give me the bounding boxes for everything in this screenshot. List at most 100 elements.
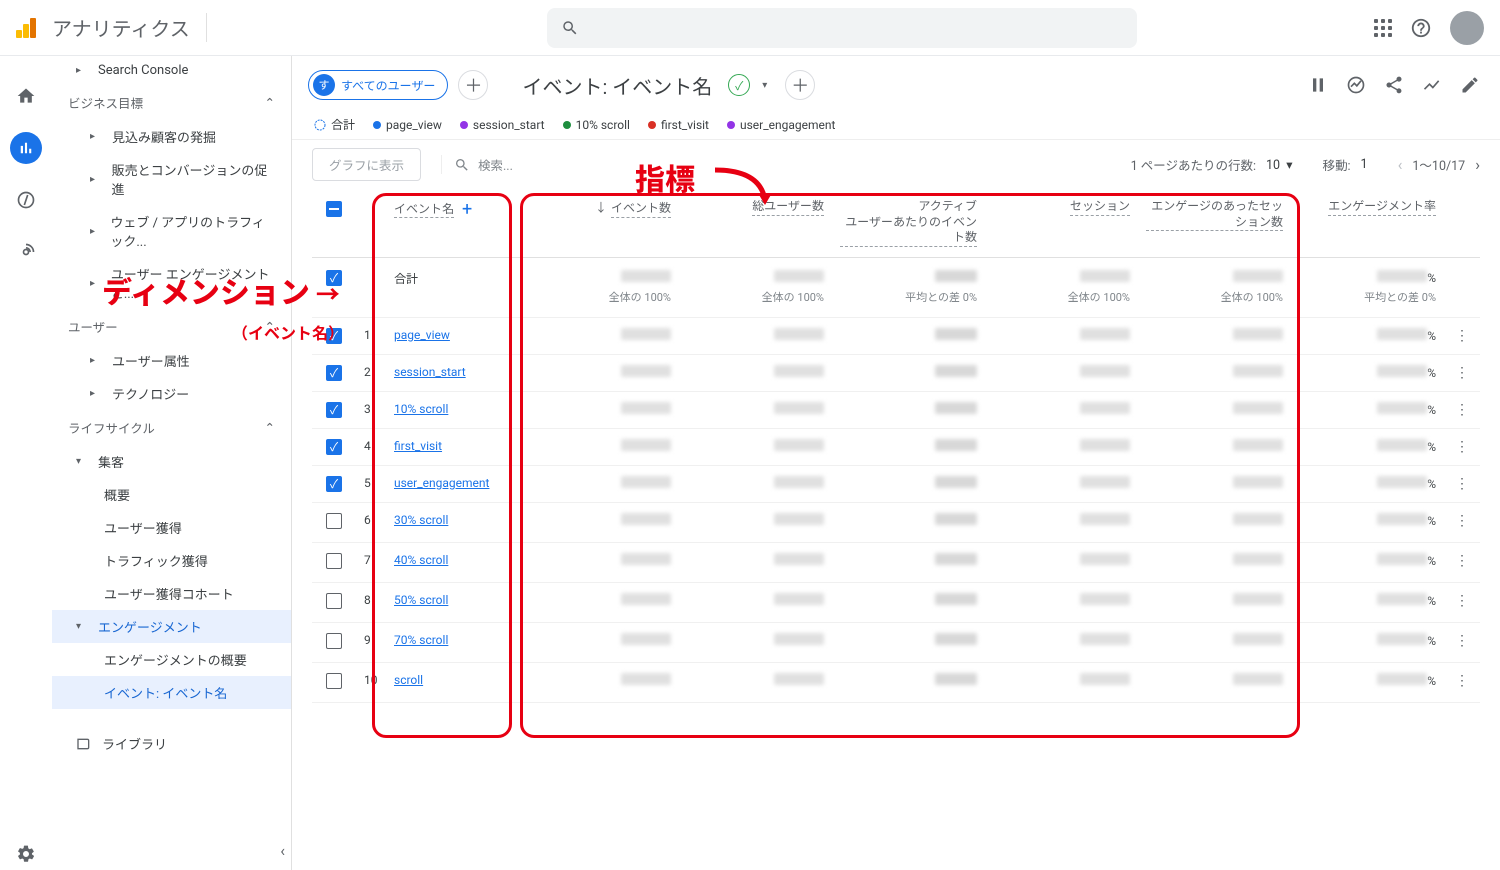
legend-item[interactable]: page_view <box>373 118 442 132</box>
event-name-link[interactable]: page_view <box>394 328 450 342</box>
app-logo <box>16 18 52 38</box>
row-menu-icon[interactable]: ⋮ <box>1455 553 1469 569</box>
insights-icon[interactable] <box>1346 75 1366 95</box>
metric-header[interactable]: セッション <box>1070 199 1130 216</box>
row-menu-icon[interactable]: ⋮ <box>1455 476 1469 492</box>
sidebar-subitem[interactable]: ユーザー獲得コホート <box>52 577 291 610</box>
metric-header[interactable]: イベント数 <box>611 201 671 218</box>
table-row: ✓ 5 user_engagement % ⋮ <box>312 465 1480 502</box>
metric-header[interactable]: エンゲージのあったセッション数 <box>1146 199 1283 231</box>
segment-chip[interactable]: す すべてのユーザー <box>308 70 448 100</box>
row-checkbox[interactable]: ✓ <box>326 328 342 344</box>
row-menu-icon[interactable]: ⋮ <box>1455 513 1469 529</box>
event-name-link[interactable]: 40% scroll <box>394 553 448 567</box>
event-name-link[interactable]: session_start <box>394 365 466 379</box>
row-menu-icon[interactable]: ⋮ <box>1455 328 1469 344</box>
nav-explore-icon[interactable] <box>10 184 42 216</box>
goto-input[interactable]: 1 <box>1361 157 1368 172</box>
row-checkbox[interactable]: ✓ <box>326 402 342 418</box>
row-menu-icon[interactable]: ⋮ <box>1455 593 1469 609</box>
event-name-link[interactable]: 50% scroll <box>394 593 448 607</box>
event-name-link[interactable]: 10% scroll <box>394 402 448 416</box>
event-name-link[interactable]: 30% scroll <box>394 513 448 527</box>
dimension-header[interactable]: イベント名 <box>394 202 454 219</box>
legend-item[interactable]: session_start <box>460 118 545 132</box>
row-menu-icon[interactable]: ⋮ <box>1455 402 1469 418</box>
row-checkbox[interactable] <box>326 593 342 609</box>
sidebar-item-library[interactable]: ライブラリ <box>52 727 291 760</box>
row-checkbox[interactable] <box>326 633 342 649</box>
row-menu-icon[interactable]: ⋮ <box>1455 365 1469 381</box>
help-icon[interactable] <box>1410 17 1432 39</box>
page-prev-icon[interactable]: ‹ <box>1398 155 1403 174</box>
share-icon[interactable] <box>1384 75 1404 95</box>
row-menu-icon[interactable]: ⋮ <box>1455 633 1469 649</box>
sidebar-subitem[interactable]: イベント: イベント名 <box>52 676 291 709</box>
sidebar-item[interactable]: ▸ユーザー エンゲージメントと... <box>52 257 291 309</box>
edit-icon[interactable] <box>1460 75 1480 95</box>
rows-per-page-label: 1 ページあたりの行数: <box>1131 155 1256 174</box>
sidebar-section-lifecycle[interactable]: ライフサイクル⌃ <box>52 410 291 445</box>
search-icon <box>454 157 470 173</box>
reports-sidebar: ▸Search Console ビジネス目標⌃ ▸見込み顧客の発掘▸販売とコンバ… <box>52 56 292 870</box>
table-row: ✓ 4 first_visit % ⋮ <box>312 428 1480 465</box>
row-checkbox[interactable] <box>326 513 342 529</box>
page-range: 1～10/17 <box>1412 155 1465 174</box>
metric-header[interactable]: 総ユーザー数 <box>752 199 824 216</box>
title-dropdown-icon[interactable]: ▾ <box>762 80 767 91</box>
sidebar-item[interactable]: ▸テクノロジー <box>52 377 291 410</box>
apps-icon[interactable] <box>1374 19 1392 37</box>
metric-header[interactable]: アクティブユーザーあたりのイベント数 <box>840 199 977 247</box>
sidebar-section-business[interactable]: ビジネス目標⌃ <box>52 85 291 120</box>
sidebar-item-engagement[interactable]: ▾エンゲージメント <box>52 610 291 643</box>
sidebar-subitem[interactable]: エンゲージメントの概要 <box>52 643 291 676</box>
sidebar-subitem[interactable]: 概要 <box>52 478 291 511</box>
legend-item[interactable]: 10% scroll <box>563 118 630 132</box>
sidebar-item[interactable]: ▸販売とコンバージョンの促進 <box>52 153 291 205</box>
sidebar-item[interactable]: ▸見込み顧客の発掘 <box>52 120 291 153</box>
event-name-link[interactable]: first_visit <box>394 439 442 453</box>
legend-total[interactable]: 合計 <box>314 116 355 133</box>
row-menu-icon[interactable]: ⋮ <box>1455 673 1469 689</box>
nav-reports-icon[interactable] <box>10 132 42 164</box>
compare-icon[interactable] <box>1308 75 1328 95</box>
add-dimension-button[interactable]: + <box>462 199 472 220</box>
sidebar-subitem[interactable]: ユーザー獲得 <box>52 511 291 544</box>
event-name-link[interactable]: 70% scroll <box>394 633 448 647</box>
add-segment-button[interactable]: ＋ <box>458 70 488 100</box>
row-menu-icon[interactable]: ⋮ <box>1455 439 1469 455</box>
row-checkbox[interactable] <box>326 553 342 569</box>
sidebar-item-search-console[interactable]: ▸Search Console <box>52 56 291 85</box>
event-name-link[interactable]: user_engagement <box>394 476 489 490</box>
rows-per-page-select[interactable]: 10 ▾ <box>1266 157 1293 173</box>
select-all-checkbox[interactable] <box>326 201 342 217</box>
global-search-input[interactable] <box>547 8 1137 48</box>
metric-header[interactable]: エンゲージメント率 <box>1328 199 1436 216</box>
legend-item[interactable]: user_engagement <box>727 118 835 132</box>
sidebar-section-user[interactable]: ユーザー⌃ <box>52 309 291 344</box>
sidebar-subitem[interactable]: トラフィック獲得 <box>52 544 291 577</box>
event-name-link[interactable]: scroll <box>394 673 423 687</box>
user-avatar[interactable] <box>1450 11 1484 45</box>
page-next-icon[interactable]: › <box>1475 155 1480 174</box>
table-search-input[interactable]: 検索... <box>441 155 513 174</box>
row-checkbox[interactable]: ✓ <box>326 439 342 455</box>
row-checkbox[interactable]: ✓ <box>326 476 342 492</box>
legend-item[interactable]: first_visit <box>648 118 709 132</box>
sidebar-item[interactable]: ▸ユーザー属性 <box>52 344 291 377</box>
row-checkbox[interactable]: ✓ <box>326 365 342 381</box>
trend-icon[interactable] <box>1422 75 1442 95</box>
status-check-icon[interactable]: ✓ <box>728 74 750 96</box>
sidebar-item-acquisition[interactable]: ▾集客 <box>52 445 291 478</box>
nav-admin-icon[interactable] <box>10 838 42 870</box>
sidebar-collapse-icon[interactable]: ‹ <box>280 841 285 860</box>
nav-advertising-icon[interactable] <box>10 236 42 268</box>
main-content: す すべてのユーザー ＋ イベント: イベント名 ✓ ▾ ＋ 合計 page_v… <box>292 56 1500 870</box>
app-title: アナリティクス <box>52 13 207 42</box>
sidebar-item[interactable]: ▸ウェブ / アプリのトラフィック... <box>52 205 291 257</box>
nav-home-icon[interactable] <box>10 80 42 112</box>
show-in-graph-button[interactable]: グラフに表示 <box>312 148 421 181</box>
add-metric-button[interactable]: ＋ <box>785 70 815 100</box>
row-checkbox[interactable] <box>326 673 342 689</box>
total-checkbox[interactable]: ✓ <box>326 270 342 286</box>
